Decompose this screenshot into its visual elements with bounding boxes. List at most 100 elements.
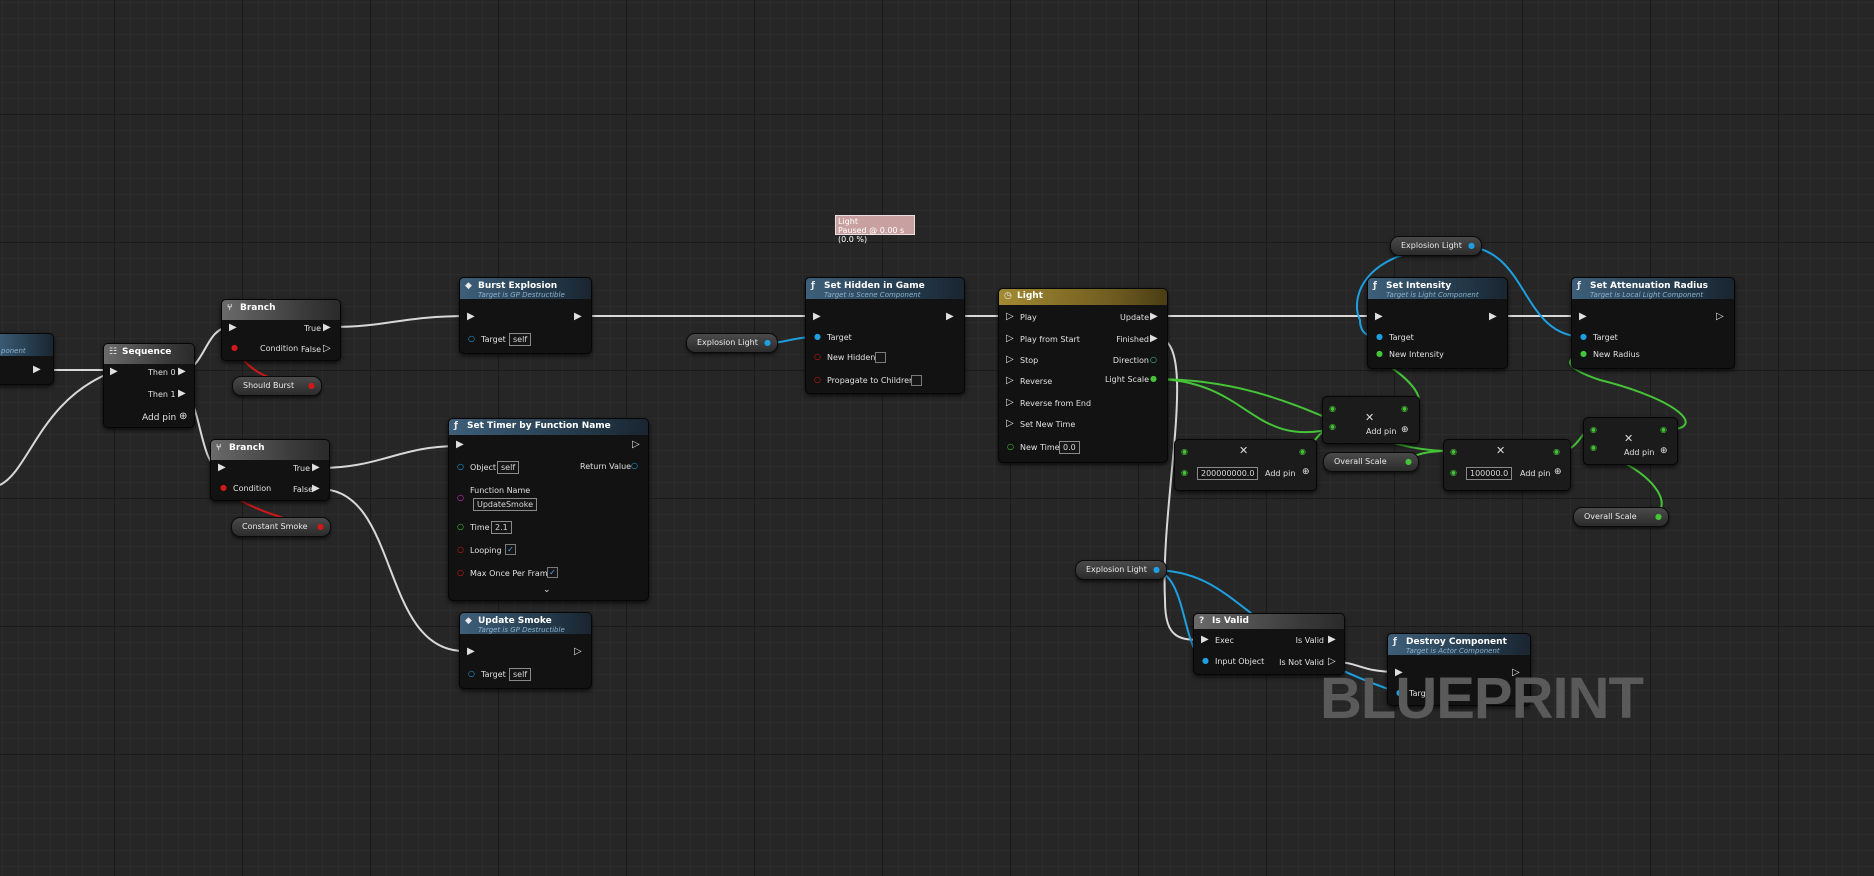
add-pin-icon[interactable]: ⊕ [179,411,187,422]
exec-out-pin[interactable]: ▶ [574,311,582,322]
input-a-pin[interactable]: ◉ [1181,447,1188,456]
then0-pin[interactable]: ▶ [178,366,186,377]
input-a-pin[interactable]: ◉ [1590,425,1597,434]
target-pin[interactable]: ● [814,332,821,341]
target-pin[interactable]: ○ [468,669,475,678]
expand-chevron-icon[interactable]: ⌄ [543,585,551,595]
input-b-value[interactable]: 200000000.0 [1197,467,1259,480]
reverse-from-end-pin[interactable]: ▷ [1006,397,1014,408]
var-overall-scale-2[interactable]: Overall Scale ● [1573,507,1669,527]
exec-in-pin[interactable]: ▶ [467,646,475,657]
result-pin[interactable]: ◉ [1660,425,1667,434]
add-pin-button[interactable]: Add pin [1265,469,1295,478]
multiply-node-4[interactable]: ✕ ◉ ◉ ◉ Add pin ⊕ [1583,417,1678,465]
branch-node-2[interactable]: ⑂ Branch ▶ True ▶ ● Condition False ▶ [210,439,330,501]
then1-pin[interactable]: ▶ [178,388,186,399]
object-out-pin[interactable]: ● [1153,561,1160,579]
stop-pin[interactable]: ▷ [1006,354,1014,365]
update-smoke-node[interactable]: ◆ Update Smoke Target is GP Destructible ▶… [459,612,592,689]
exec-in-pin[interactable]: ▶ [1201,634,1209,645]
propagate-checkbox[interactable] [911,375,922,386]
target-pin[interactable]: ● [1580,332,1587,341]
var-explosion-light-1[interactable]: Explosion Light ● [686,333,778,353]
exec-in-pin[interactable]: ▶ [110,366,118,377]
max-once-checkbox[interactable]: ✓ [547,567,558,578]
add-pin-button[interactable]: Add pin [1624,448,1654,457]
propagate-pin[interactable]: ○ [814,375,821,384]
function-name-pin[interactable]: ○ [457,493,464,502]
add-pin-icon[interactable]: ⊕ [1554,467,1562,477]
new-intensity-pin[interactable]: ● [1376,349,1383,358]
var-constant-smoke[interactable]: Constant Smoke ● [231,517,331,537]
input-b-pin[interactable]: ◉ [1590,443,1597,452]
add-pin-icon[interactable]: ⊕ [1302,467,1310,477]
result-pin[interactable]: ◉ [1299,447,1306,456]
false-pin[interactable]: ▷ [323,343,331,354]
false-pin[interactable]: ▶ [312,483,320,494]
target-pin[interactable]: ○ [468,334,475,343]
object-value[interactable]: self [497,461,520,474]
target-pin[interactable]: ● [1376,332,1383,341]
exec-in-pin[interactable]: ▶ [218,462,226,473]
branch-node-1[interactable]: ⑂ Branch ▶ True ▶ ● Condition False ▷ [221,299,341,361]
new-time-pin[interactable]: ○ [1007,442,1014,451]
target-value[interactable]: self [509,668,532,681]
function-name-value[interactable]: UpdateSmoke [473,498,538,511]
partial-node-left[interactable]: ponent ▶ [0,333,54,385]
input-a-pin[interactable]: ◉ [1329,404,1336,413]
new-hidden-checkbox[interactable] [875,352,886,363]
input-b-pin[interactable]: ◉ [1450,468,1457,477]
play-pin[interactable]: ▷ [1006,311,1014,322]
bool-out-pin[interactable]: ● [308,377,315,395]
update-pin[interactable]: ▶ [1150,311,1158,322]
bool-out-pin[interactable]: ● [317,518,324,536]
new-radius-pin[interactable]: ● [1580,349,1587,358]
add-pin-button[interactable]: Add pin [1520,469,1550,478]
light-timeline-node[interactable]: ◷ Light ▷ Play ▷ Play from Start ▷ Stop ▷… [998,288,1168,463]
var-should-burst[interactable]: Should Burst ● [232,376,322,396]
sequence-node[interactable]: ☷ Sequence ▶ Then 0 ▶ Then 1 ▶ Add pin ⊕ [103,343,195,428]
new-hidden-pin[interactable]: ○ [814,352,821,361]
exec-out-pin[interactable]: ▶ [33,364,41,375]
add-pin-icon[interactable]: ⊕ [1401,425,1409,435]
var-explosion-light-3[interactable]: Explosion Light ● [1075,560,1167,580]
exec-in-pin[interactable]: ▶ [813,311,821,322]
input-b-pin[interactable]: ◉ [1329,422,1336,431]
max-once-pin[interactable]: ○ [457,568,464,577]
light-scale-pin[interactable]: ● [1150,374,1157,383]
exec-in-pin[interactable]: ▶ [456,439,464,450]
looping-checkbox[interactable]: ✓ [505,544,516,555]
var-explosion-light-2[interactable]: Explosion Light ● [1390,236,1482,256]
input-b-pin[interactable]: ◉ [1181,468,1188,477]
result-pin[interactable]: ◉ [1553,447,1560,456]
input-object-pin[interactable]: ● [1202,656,1209,665]
exec-in-pin[interactable]: ▶ [467,311,475,322]
set-attenuation-radius-node[interactable]: ƒ Set Attenuation Radius Target is Local L… [1571,277,1735,369]
set-hidden-node[interactable]: ƒ Set Hidden in Game Target is Scene Compo… [805,277,965,394]
object-out-pin[interactable]: ● [764,334,771,352]
is-valid-pin[interactable]: ▶ [1328,634,1336,645]
set-timer-node[interactable]: ƒ Set Timer by Function Name ▶ ▷ ○ Object… [448,418,649,601]
condition-pin[interactable]: ● [220,483,227,492]
add-pin-button[interactable]: Add pin [1366,427,1396,436]
time-value[interactable]: 2.1 [491,521,512,534]
multiply-node-1[interactable]: ✕ ◉ ◉ ◉ 200000000.0 Add pin ⊕ [1174,439,1317,491]
multiply-node-2[interactable]: ✕ ◉ ◉ ◉ Add pin ⊕ [1322,396,1420,444]
multiply-node-3[interactable]: ✕ ◉ ◉ ◉ 100000.0 Add pin ⊕ [1443,439,1571,491]
input-b-value[interactable]: 100000.0 [1466,467,1513,480]
burst-explosion-node[interactable]: ◆ Burst Explosion Target is GP Destructibl… [459,277,592,354]
true-pin[interactable]: ▶ [312,462,320,473]
return-value-pin[interactable]: ○ [631,461,638,470]
float-out-pin[interactable]: ● [1405,453,1412,471]
set-intensity-node[interactable]: ƒ Set Intensity Target is Light Component … [1367,277,1508,369]
exec-in-pin[interactable]: ▶ [1375,311,1383,322]
exec-out-pin[interactable]: ▶ [1489,311,1497,322]
object-pin[interactable]: ○ [457,462,464,471]
object-out-pin[interactable]: ● [1468,237,1475,255]
input-a-pin[interactable]: ◉ [1450,447,1457,456]
set-new-time-pin[interactable]: ▷ [1006,418,1014,429]
looping-pin[interactable]: ○ [457,545,464,554]
exec-in-pin[interactable]: ▶ [229,322,237,333]
result-pin[interactable]: ◉ [1401,404,1408,413]
exec-in-pin[interactable]: ▶ [1579,311,1587,322]
